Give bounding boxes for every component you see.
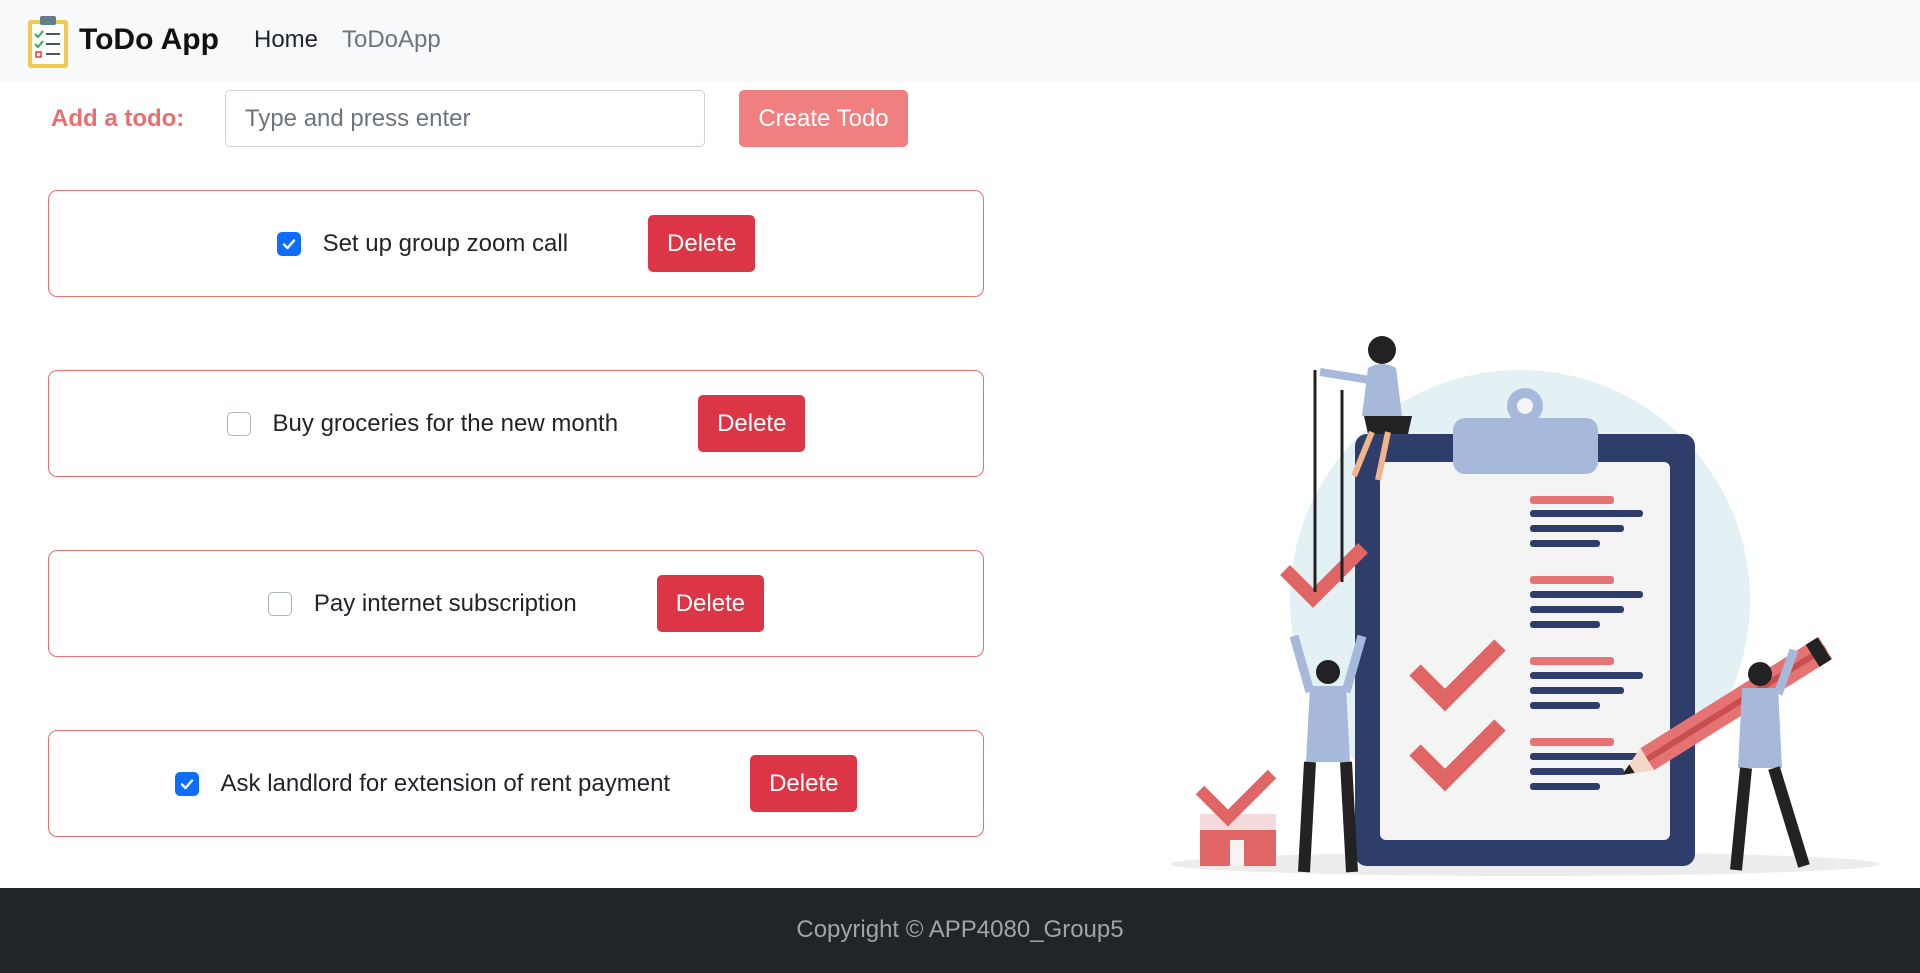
clipboard-checklist-icon <box>28 16 68 68</box>
todo-checkbox[interactable] <box>174 771 199 796</box>
checkmark-icon <box>282 238 295 249</box>
add-todo-label: Add a todo: <box>51 105 185 132</box>
nav-link-todoapp[interactable]: ToDoApp <box>342 24 441 56</box>
todo-text: Pay internet subscription <box>313 589 577 617</box>
checkmark-icon <box>180 778 193 789</box>
delete-button[interactable]: Delete <box>698 395 806 452</box>
delete-button[interactable]: Delete <box>648 215 756 272</box>
todo-text: Buy groceries for the new month <box>272 409 619 437</box>
footer-copyright: Copyright © APP4080_Group5 <box>796 916 1124 943</box>
todo-card: Set up group zoom call Delete <box>48 190 984 297</box>
clipboard-illustration <box>1170 336 1880 876</box>
todo-checkbox[interactable] <box>267 591 292 616</box>
todo-card: Pay internet subscription Delete <box>48 550 984 657</box>
navbar: ToDo App Home ToDoApp <box>0 0 1920 82</box>
todo-input[interactable] <box>225 90 705 147</box>
nav-link-home[interactable]: Home <box>254 24 318 56</box>
todo-card: Buy groceries for the new month Delete <box>48 370 984 477</box>
delete-button[interactable]: Delete <box>656 575 765 632</box>
todo-text: Ask landlord for extension of rent payme… <box>220 769 671 797</box>
todo-text: Set up group zoom call <box>322 229 569 257</box>
todo-card: Ask landlord for extension of rent payme… <box>48 730 984 837</box>
brand-title: ToDo App <box>79 23 219 56</box>
todo-checkbox[interactable] <box>226 411 251 436</box>
delete-button[interactable]: Delete <box>750 755 858 812</box>
create-todo-button[interactable]: Create Todo <box>739 90 908 147</box>
todo-checkbox[interactable] <box>276 231 301 256</box>
